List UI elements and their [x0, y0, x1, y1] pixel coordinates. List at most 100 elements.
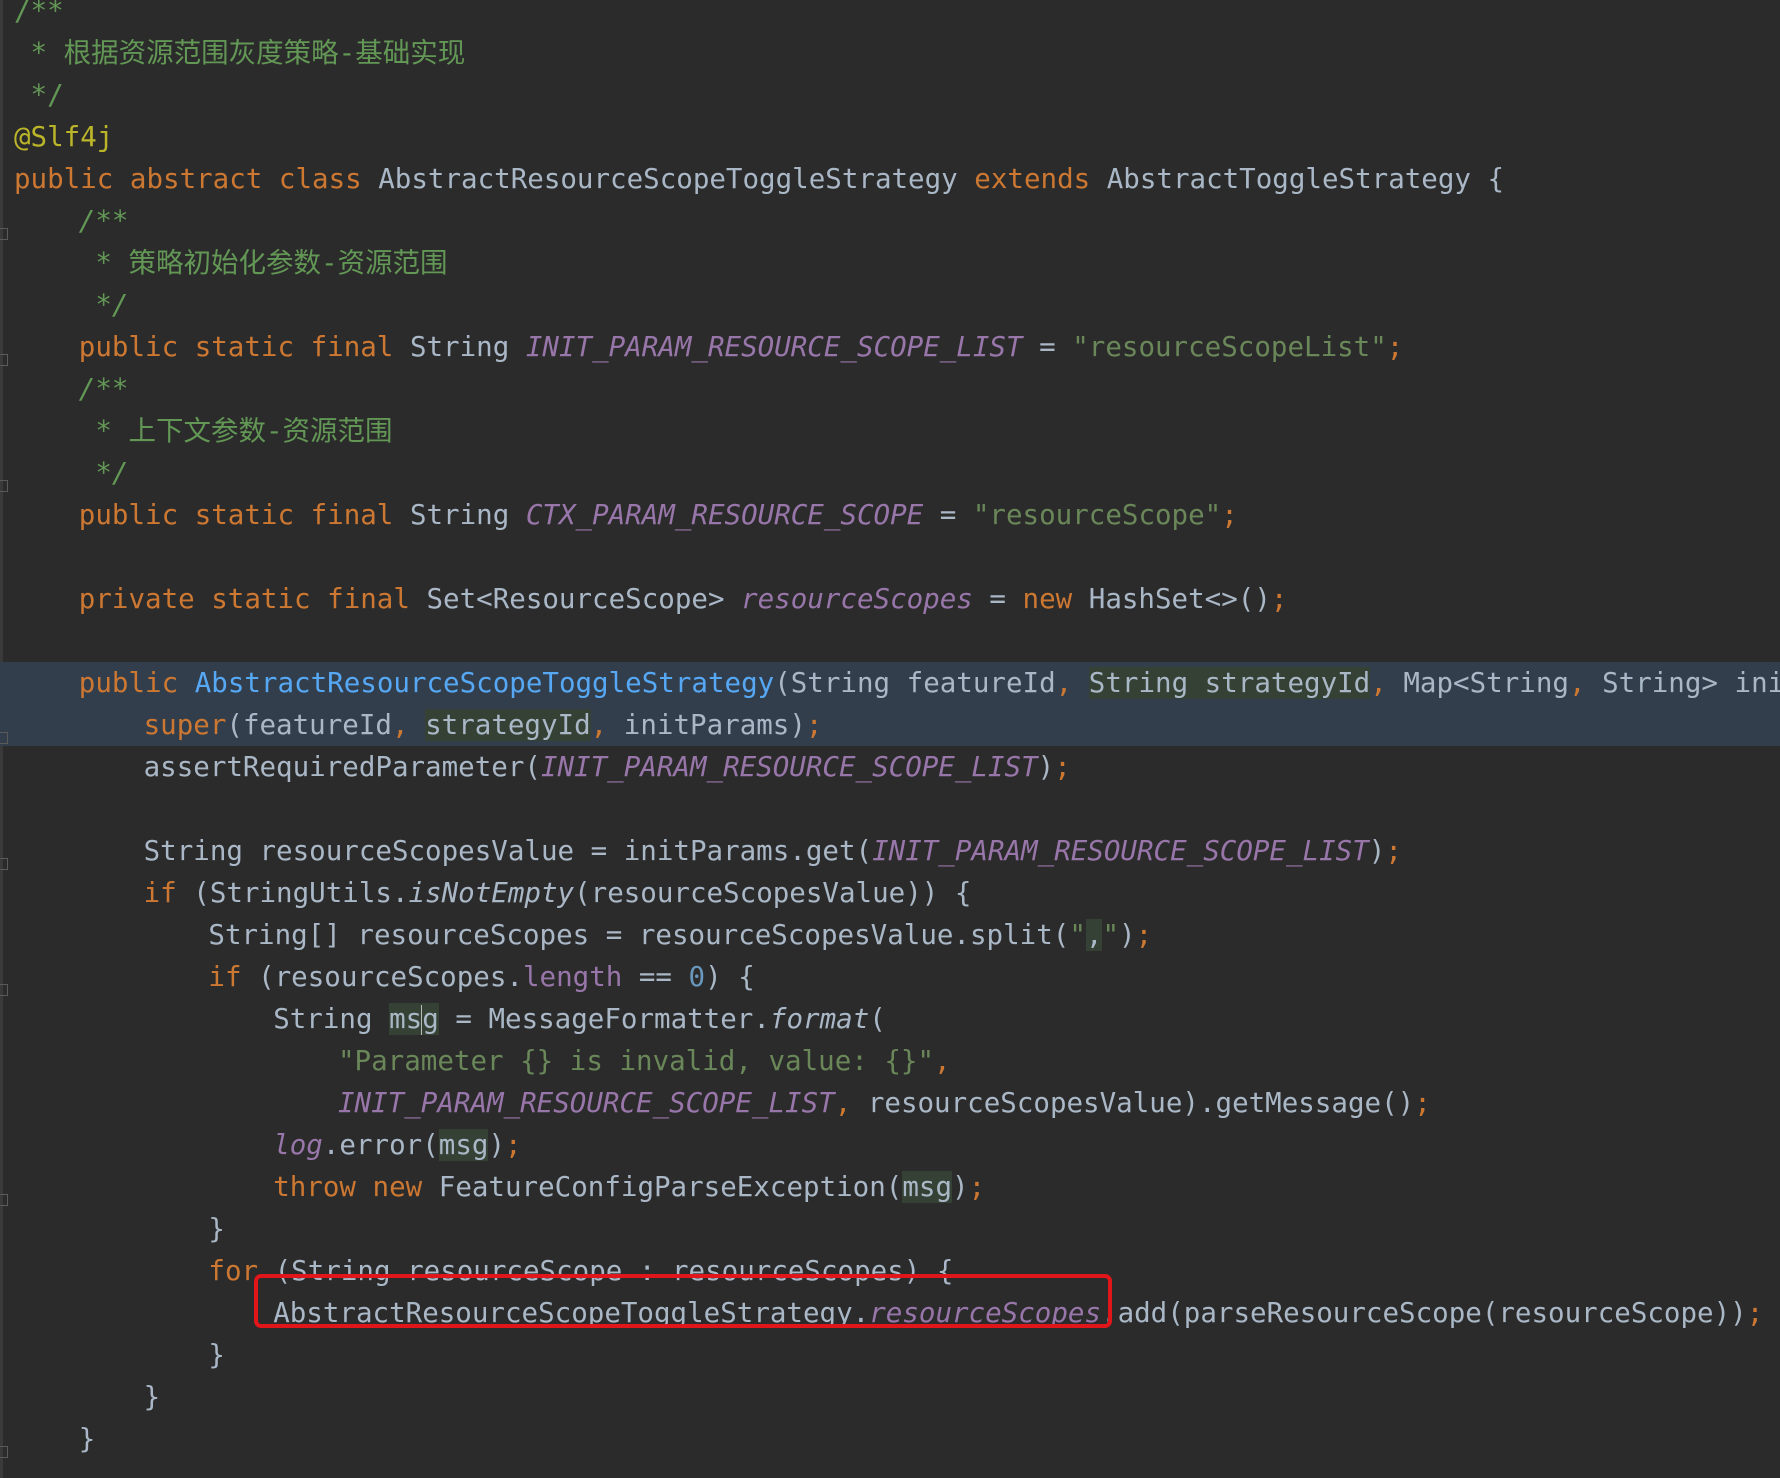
- code-token: if: [208, 961, 259, 993]
- code-token: ,: [391, 709, 426, 741]
- code-token: extends: [974, 163, 1107, 195]
- code-token: ,: [834, 1087, 868, 1119]
- code-token: (StringUtils.: [193, 877, 409, 909]
- code-line[interactable]: String resourceScopesValue = initParams.…: [0, 830, 1780, 872]
- code-line[interactable]: }: [0, 1418, 1780, 1460]
- code-token: ": [1102, 919, 1120, 951]
- code-line[interactable]: [0, 788, 1780, 830]
- code-token: for: [208, 1255, 275, 1287]
- code-token: AbstractResourceScopeToggleStrategy.: [273, 1297, 870, 1329]
- code-line[interactable]: if (resourceScopes.length == 0) {: [0, 956, 1780, 998]
- code-token: strategyId: [425, 709, 591, 741]
- code-token: ): [952, 1171, 969, 1203]
- code-line[interactable]: private static final Set<ResourceScope> …: [0, 578, 1780, 620]
- code-token: ;: [1135, 919, 1153, 951]
- code-token: AbstractResourceScopeToggleStrategy: [194, 667, 775, 699]
- fold-marker-icon[interactable]: [0, 1446, 8, 1458]
- code-line[interactable]: String msg = MessageFormatter.format(: [0, 998, 1780, 1040]
- code-line[interactable]: */: [0, 74, 1780, 116]
- code-line-content: }: [79, 1418, 96, 1460]
- code-line[interactable]: assertRequiredParameter(INIT_PARAM_RESOU…: [0, 746, 1780, 788]
- fold-marker-icon[interactable]: [0, 732, 8, 744]
- code-token: AbstractResourceScopeToggleStrategy: [378, 163, 975, 195]
- code-line-content: }: [208, 1208, 225, 1250]
- code-token: ": [1069, 919, 1086, 951]
- code-line[interactable]: }: [0, 1334, 1780, 1376]
- code-line[interactable]: /**: [0, 200, 1780, 242]
- code-line-content: throw new FeatureConfigParseException(ms…: [273, 1166, 985, 1208]
- code-token: ;: [1746, 1297, 1764, 1329]
- code-token: = MessageFormatter.: [438, 1003, 770, 1035]
- code-token: resourceScopesValue).getMessage(): [867, 1087, 1415, 1119]
- code-line[interactable]: [0, 536, 1780, 578]
- code-line[interactable]: log.error(msg);: [0, 1124, 1780, 1166]
- fold-marker-icon[interactable]: [0, 480, 8, 492]
- code-token: String: [273, 1003, 390, 1035]
- code-token: ;: [505, 1129, 522, 1161]
- code-line-content: public static final String INIT_PARAM_RE…: [79, 326, 1404, 368]
- code-line[interactable]: public static final String CTX_PARAM_RES…: [0, 494, 1780, 536]
- code-line[interactable]: * 策略初始化参数-资源范围: [0, 242, 1780, 284]
- code-token: ,: [934, 1045, 951, 1077]
- code-token: String strategyId: [1088, 667, 1371, 699]
- code-token: (resourceScopesValue)) {: [574, 877, 972, 909]
- code-line[interactable]: [0, 620, 1780, 662]
- code-line[interactable]: */: [0, 452, 1780, 494]
- code-line[interactable]: "Parameter {} is invalid, value: {}",: [0, 1040, 1780, 1082]
- code-token: }: [208, 1339, 225, 1371]
- code-token: ;: [968, 1171, 986, 1203]
- code-token: isNotEmpty: [408, 877, 575, 909]
- code-token: (: [869, 1003, 886, 1035]
- code-line-content: AbstractResourceScopeToggleStrategy.reso…: [273, 1292, 1763, 1334]
- code-line[interactable]: /**: [0, 0, 1780, 32]
- code-line-content: /**: [14, 0, 64, 32]
- code-token: * 上下文参数-资源范围: [78, 415, 393, 447]
- code-token: String: [409, 499, 526, 531]
- code-line-content: assertRequiredParameter(INIT_PARAM_RESOU…: [144, 746, 1071, 788]
- code-line[interactable]: @Slf4j: [0, 116, 1780, 158]
- code-line[interactable]: super(featureId, strategyId, initParams)…: [0, 704, 1780, 746]
- code-line[interactable]: public abstract class AbstractResourceSc…: [0, 158, 1780, 200]
- code-line-content: public abstract class AbstractResourceSc…: [14, 158, 1504, 200]
- code-line[interactable]: INIT_PARAM_RESOURCE_SCOPE_LIST, resource…: [0, 1082, 1780, 1124]
- code-token: ;: [1386, 331, 1404, 363]
- code-token: @Slf4j: [14, 121, 114, 153]
- code-token: =: [923, 499, 973, 531]
- fold-marker-icon[interactable]: [0, 1194, 8, 1206]
- code-line[interactable]: for (String resourceScope : resourceScop…: [0, 1250, 1780, 1292]
- code-line[interactable]: * 根据资源范围灰度策略-基础实现: [0, 32, 1780, 74]
- code-editor[interactable]: /** * 根据资源范围灰度策略-基础实现 */ @Slf4j public abs…: [0, 0, 1780, 1478]
- fold-marker-icon[interactable]: [0, 228, 8, 240]
- code-line[interactable]: }: [0, 1208, 1780, 1250]
- code-line[interactable]: String[] resourceScopes = resourceScopes…: [0, 914, 1780, 956]
- code-line[interactable]: AbstractResourceScopeToggleStrategy.reso…: [0, 1292, 1780, 1334]
- code-token: ): [488, 1129, 505, 1161]
- code-line[interactable]: * 上下文参数-资源范围: [0, 410, 1780, 452]
- code-token: format: [769, 1003, 870, 1035]
- code-line-content: /**: [79, 200, 129, 242]
- code-line[interactable]: public AbstractResourceScopeToggleStrate…: [0, 662, 1780, 704]
- code-line[interactable]: /**: [0, 368, 1780, 410]
- code-line[interactable]: throw new FeatureConfigParseException(ms…: [0, 1166, 1780, 1208]
- code-line-content: String[] resourceScopes = resourceScopes…: [208, 914, 1152, 956]
- code-line[interactable]: if (StringUtils.isNotEmpty(resourceScope…: [0, 872, 1780, 914]
- code-token: INIT_PARAM_RESOURCE_SCOPE_LIST: [525, 331, 1023, 363]
- fold-marker-icon[interactable]: [0, 354, 8, 366]
- fold-marker-icon[interactable]: [0, 984, 8, 996]
- code-token: throw new: [273, 1171, 439, 1203]
- code-line[interactable]: */: [0, 284, 1780, 326]
- code-token: Map<String: [1403, 667, 1569, 699]
- code-line-content: * 策略初始化参数-资源范围: [79, 242, 447, 284]
- fold-marker-icon[interactable]: [0, 858, 8, 870]
- code-token: ;: [1270, 583, 1288, 615]
- code-token: (String featureId: [774, 667, 1056, 699]
- code-line[interactable]: public static final String INIT_PARAM_RE…: [0, 326, 1780, 368]
- code-token: public: [78, 667, 195, 699]
- code-token: HashSet<>(): [1088, 583, 1271, 615]
- code-token: ) {: [705, 961, 755, 993]
- code-line[interactable]: }: [0, 1376, 1780, 1418]
- code-token: ;: [805, 709, 823, 741]
- code-token: (resourceScopes.: [258, 961, 523, 993]
- code-token: */: [14, 79, 64, 111]
- code-line-content: super(featureId, strategyId, initParams)…: [144, 704, 823, 746]
